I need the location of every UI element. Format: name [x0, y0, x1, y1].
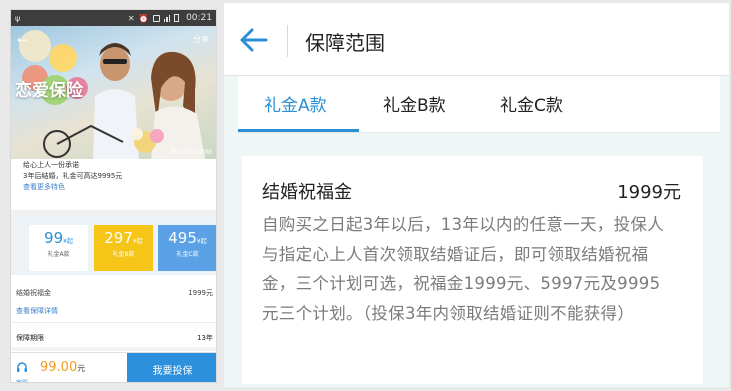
plan-c-name: 礼金C款 [176, 251, 199, 258]
status-bar: ψ ✕ ⏰ 00:21 [11, 10, 216, 26]
plan-a-amount: 99 [44, 229, 64, 247]
phone-screen: ψ ✕ ⏰ 00:21 ← 分享 恋爱保险 图片来源于网络 给心上人一份承诺 3… [10, 9, 217, 383]
intro-line-2: 3年后结婚，礼金可高达9995元 [23, 172, 123, 180]
period-value: 13年 [197, 334, 213, 342]
plan-selector: 99¥起 礼金A款 297¥起 礼金B款 495¥起 礼金C款 [11, 215, 216, 275]
share-button[interactable]: 分享 [193, 34, 209, 45]
alarm-icon: ⏰ [138, 13, 149, 23]
notification-icon: ψ [15, 13, 21, 23]
customer-service-label: 客服 [14, 378, 30, 382]
back-arrow-icon[interactable]: ← [17, 33, 27, 47]
intro-line-1: 给心上人一份承诺 [23, 161, 79, 169]
plan-b-unit: ¥起 [132, 238, 143, 245]
coverage-row: 结婚祝福金 1999元 [16, 288, 213, 298]
headset-icon [17, 362, 27, 372]
plan-card-c[interactable]: 495¥起 礼金C款 [158, 225, 216, 271]
bottom-bar: 客服 99.00元 我要投保 [11, 352, 216, 382]
page-title: 保障范围 [305, 31, 385, 55]
plan-a-unit: ¥起 [63, 238, 73, 245]
sim-icon [152, 14, 160, 22]
price-value: 99.00 [40, 360, 78, 375]
tabs-divider [238, 132, 720, 133]
customer-service-button[interactable]: 客服 [14, 358, 30, 382]
price: 99.00元 [40, 360, 85, 375]
signal-icon [163, 14, 171, 22]
status-time: 00:21 [186, 13, 212, 23]
coverage-label: 结婚祝福金 [16, 289, 51, 297]
battery-icon [174, 14, 180, 22]
plan-card-b[interactable]: 297¥起 礼金B款 [94, 225, 153, 271]
plan-c-unit: ¥起 [196, 238, 207, 245]
coverage-value: 1999元 [188, 289, 213, 297]
period-label: 保障期限 [16, 334, 44, 342]
photo-credit-watermark: 图片来源于网络 [169, 149, 212, 156]
plan-b-name: 礼金B款 [112, 251, 135, 258]
mute-icon: ✕ [127, 13, 135, 23]
plan-tabs: 礼金A款 礼金B款 礼金C款 [238, 76, 720, 132]
back-arrow-icon[interactable] [238, 26, 270, 54]
coverage-amount: 1999元 [617, 182, 681, 203]
plan-a-name: 礼金A款 [47, 251, 70, 258]
title-divider [287, 25, 288, 57]
divider [11, 347, 216, 351]
product-intro: 给心上人一份承诺 3年后结婚，礼金可高达9995元 查看更多特色 [23, 160, 122, 193]
period-row: 保障期限 13年 [16, 333, 213, 343]
buy-button[interactable]: 我要投保 [127, 353, 216, 382]
plan-c-amount: 495 [168, 229, 197, 247]
tab-plan-b[interactable]: 礼金B款 [383, 91, 446, 116]
more-features-link[interactable]: 查看更多特色 [23, 182, 122, 193]
plan-b-amount: 297 [104, 229, 133, 247]
coverage-card: 结婚祝福金 1999元 自购买之日起3年以后，13年以内的任意一天，投保人与指定… [242, 156, 703, 384]
coverage-details-link[interactable]: 查看保障详情 [16, 306, 58, 316]
price-unit: 元 [77, 364, 86, 373]
title-bar: 保障范围 [224, 3, 729, 76]
plan-card-a[interactable]: 99¥起 礼金A款 [29, 225, 88, 271]
product-title: 恋爱保险 [15, 81, 83, 101]
divider [11, 322, 216, 323]
tab-plan-a[interactable]: 礼金A款 [264, 91, 327, 116]
coverage-description: 自购买之日起3年以后，13年以内的任意一天，投保人与指定心上人首次领取结婚证后，… [262, 215, 664, 323]
tab-plan-c[interactable]: 礼金C款 [500, 91, 563, 116]
hero-banner: ← 分享 恋爱保险 图片来源于网络 [11, 26, 216, 159]
coverage-title: 结婚祝福金 [262, 182, 352, 203]
coverage-detail-panel: 保障范围 礼金A款 礼金B款 礼金C款 结婚祝福金 1999元 自购买之日起3年… [224, 3, 729, 387]
screenshot-frame: ψ ✕ ⏰ 00:21 ← 分享 恋爱保险 图片来源于网络 给心上人一份承诺 3… [0, 0, 731, 391]
